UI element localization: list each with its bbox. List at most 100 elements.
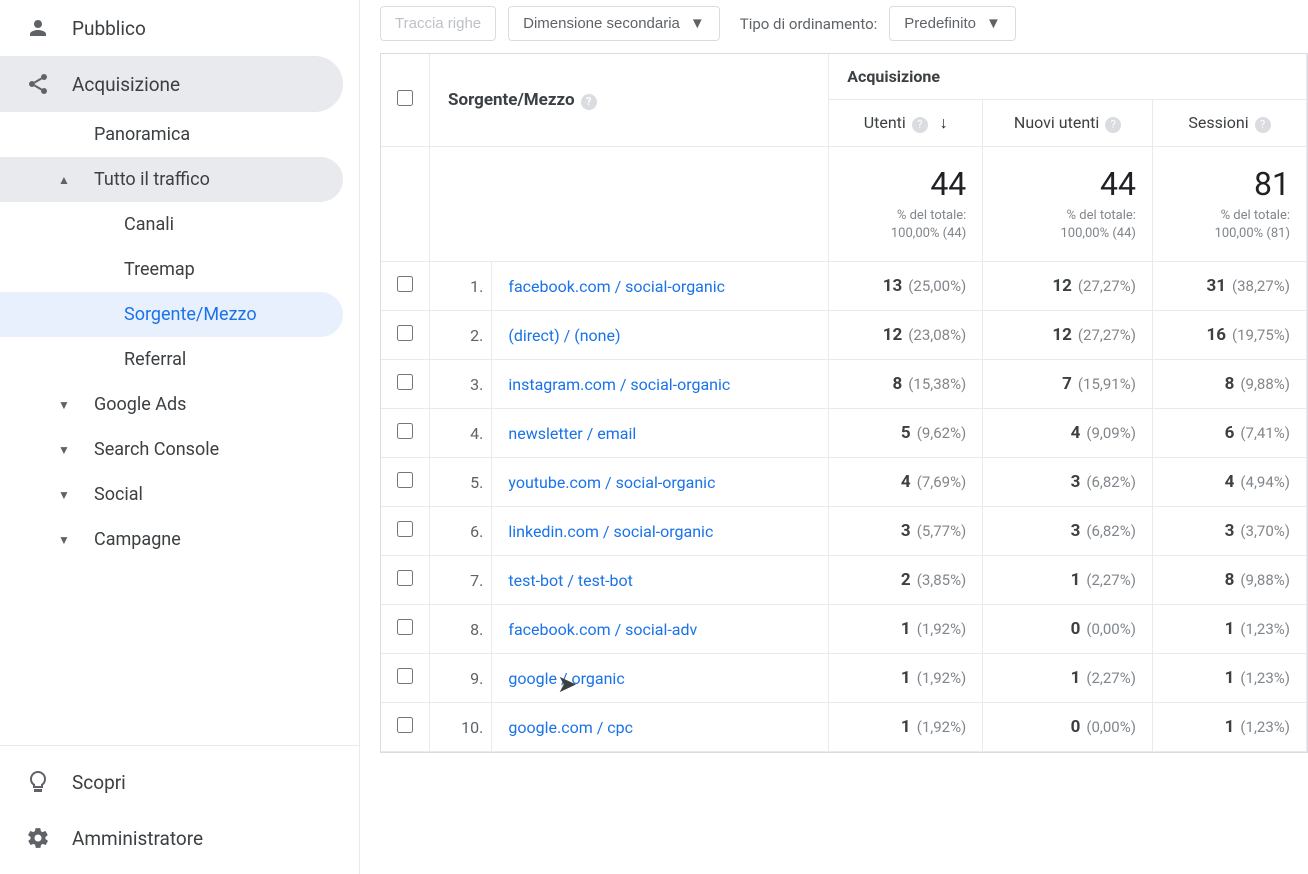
secondary-dimension-dropdown[interactable]: Dimensione secondaria ▼: [508, 6, 720, 41]
col-sorgente-mezzo[interactable]: Sorgente/Mezzo?: [430, 54, 829, 147]
row-index: 2.: [430, 311, 492, 360]
total-utenti: 44: [845, 165, 966, 203]
source-medium-link[interactable]: google / organic: [508, 669, 624, 688]
sessioni-pct: (4,94%): [1240, 473, 1290, 491]
row-checkbox[interactable]: [397, 472, 413, 488]
help-icon[interactable]: ?: [1105, 117, 1121, 133]
table-row: 8.facebook.com / social-adv1(1,92%)0(0,0…: [381, 605, 1307, 654]
col-utenti[interactable]: Utenti?↓: [829, 99, 983, 146]
plot-rows-button[interactable]: Traccia righe: [380, 6, 496, 41]
sessioni-pct: (9,88%): [1240, 375, 1290, 393]
help-icon[interactable]: ?: [581, 94, 597, 110]
toolbar: Traccia righe Dimensione secondaria ▼ Ti…: [360, 0, 1308, 47]
row-checkbox[interactable]: [397, 570, 413, 586]
sort-desc-icon: ↓: [940, 113, 948, 132]
nuovi-value: 12: [1052, 276, 1072, 296]
row-checkbox[interactable]: [397, 276, 413, 292]
sort-type-label: Tipo di ordinamento:: [740, 15, 878, 33]
row-checkbox[interactable]: [397, 619, 413, 635]
utenti-value: 12: [883, 325, 903, 345]
nav-panoramica[interactable]: Panoramica: [0, 112, 343, 157]
caret-up-icon: ▲: [58, 173, 76, 187]
nav-tutto-traffico[interactable]: ▲ Tutto il traffico: [0, 157, 343, 202]
lightbulb-icon: [24, 768, 52, 796]
sessioni-value: 8: [1225, 374, 1235, 394]
utenti-value: 1: [901, 619, 911, 639]
nav-sorgente-mezzo[interactable]: Sorgente/Mezzo: [0, 292, 343, 337]
nav-canali[interactable]: Canali: [0, 202, 343, 247]
nav-pubblico[interactable]: Pubblico: [0, 0, 343, 56]
source-medium-link[interactable]: youtube.com / social-organic: [508, 473, 715, 492]
nav-label: Scopri: [72, 771, 126, 794]
button-label: Traccia righe: [395, 15, 481, 32]
nuovi-pct: (27,27%): [1078, 326, 1136, 344]
row-checkbox[interactable]: [397, 325, 413, 341]
row-checkbox[interactable]: [397, 521, 413, 537]
help-icon[interactable]: ?: [1255, 117, 1271, 133]
utenti-pct: (23,08%): [908, 326, 966, 344]
nav-search-console[interactable]: ▼ Search Console: [0, 427, 343, 472]
nuovi-pct: (0,00%): [1086, 620, 1136, 638]
source-medium-link[interactable]: facebook.com / social-adv: [508, 620, 697, 639]
source-medium-link[interactable]: facebook.com / social-organic: [508, 277, 725, 296]
nav-label: Sorgente/Mezzo: [124, 304, 257, 325]
total-nuovi: 44: [999, 165, 1136, 203]
source-medium-link[interactable]: linkedin.com / social-organic: [508, 522, 713, 541]
nav-amministratore[interactable]: Amministratore: [0, 810, 343, 866]
sessioni-value: 1: [1225, 717, 1235, 737]
source-medium-link[interactable]: instagram.com / social-organic: [508, 375, 730, 394]
nav-scopri[interactable]: Scopri: [0, 754, 343, 810]
table-row: 6.linkedin.com / social-organic3(5,77%)3…: [381, 507, 1307, 556]
col-nuovi-utenti[interactable]: Nuovi utenti?: [983, 99, 1153, 146]
nuovi-value: 0: [1071, 619, 1081, 639]
table-row: 1.facebook.com / social-organic13(25,00%…: [381, 262, 1307, 311]
source-medium-link[interactable]: newsletter / email: [508, 424, 636, 443]
row-index: 5.: [430, 458, 492, 507]
utenti-pct: (9,62%): [917, 424, 967, 442]
table-row: 9.google / organic1(1,92%)1(2,27%)1(1,23…: [381, 654, 1307, 703]
row-checkbox[interactable]: [397, 717, 413, 733]
row-index: 6.: [430, 507, 492, 556]
nuovi-value: 7: [1062, 374, 1072, 394]
row-checkbox[interactable]: [397, 423, 413, 439]
nuovi-value: 0: [1071, 717, 1081, 737]
nav-label: Canali: [124, 214, 174, 235]
row-checkbox[interactable]: [397, 668, 413, 684]
utenti-pct: (3,85%): [917, 571, 967, 589]
source-medium-link[interactable]: google.com / cpc: [508, 718, 633, 737]
nav-google-ads[interactable]: ▼ Google Ads: [0, 382, 343, 427]
source-medium-link[interactable]: (direct) / (none): [508, 326, 620, 345]
utenti-value: 1: [901, 668, 911, 688]
gear-icon: [24, 824, 52, 852]
nav-social[interactable]: ▼ Social: [0, 472, 343, 517]
row-checkbox[interactable]: [397, 374, 413, 390]
nuovi-value: 4: [1071, 423, 1081, 443]
sessioni-pct: (9,88%): [1240, 571, 1290, 589]
nav-referral[interactable]: Referral: [0, 337, 343, 382]
nav-campagne[interactable]: ▼ Campagne: [0, 517, 343, 562]
utenti-value: 4: [901, 472, 911, 492]
nuovi-value: 1: [1071, 668, 1081, 688]
nav-acquisizione[interactable]: Acquisizione: [0, 56, 343, 112]
utenti-value: 13: [883, 276, 903, 296]
sort-type-dropdown[interactable]: Predefinito ▼: [889, 6, 1016, 41]
sessioni-pct: (19,75%): [1232, 326, 1290, 344]
sessioni-value: 6: [1225, 423, 1235, 443]
nav-treemap[interactable]: Treemap: [0, 247, 343, 292]
table-row: 10.google.com / cpc1(1,92%)0(0,00%)1(1,2…: [381, 703, 1307, 752]
nuovi-pct: (6,82%): [1086, 473, 1136, 491]
sessioni-pct: (1,23%): [1240, 620, 1290, 638]
table-row: 7.test-bot / test-bot2(3,85%)1(2,27%)8(9…: [381, 556, 1307, 605]
caret-down-icon: ▼: [58, 398, 76, 412]
utenti-pct: (7,69%): [917, 473, 967, 491]
nav-label: Social: [94, 484, 143, 505]
utenti-pct: (5,77%): [917, 522, 967, 540]
sessioni-value: 1: [1225, 619, 1235, 639]
source-medium-link[interactable]: test-bot / test-bot: [508, 571, 633, 590]
total-sessioni: 81: [1169, 165, 1290, 203]
col-sessioni[interactable]: Sessioni?: [1152, 99, 1306, 146]
select-all-checkbox[interactable]: [397, 90, 413, 106]
sessioni-pct: (1,23%): [1240, 718, 1290, 736]
help-icon[interactable]: ?: [912, 117, 928, 133]
caret-down-icon: ▼: [58, 488, 76, 502]
